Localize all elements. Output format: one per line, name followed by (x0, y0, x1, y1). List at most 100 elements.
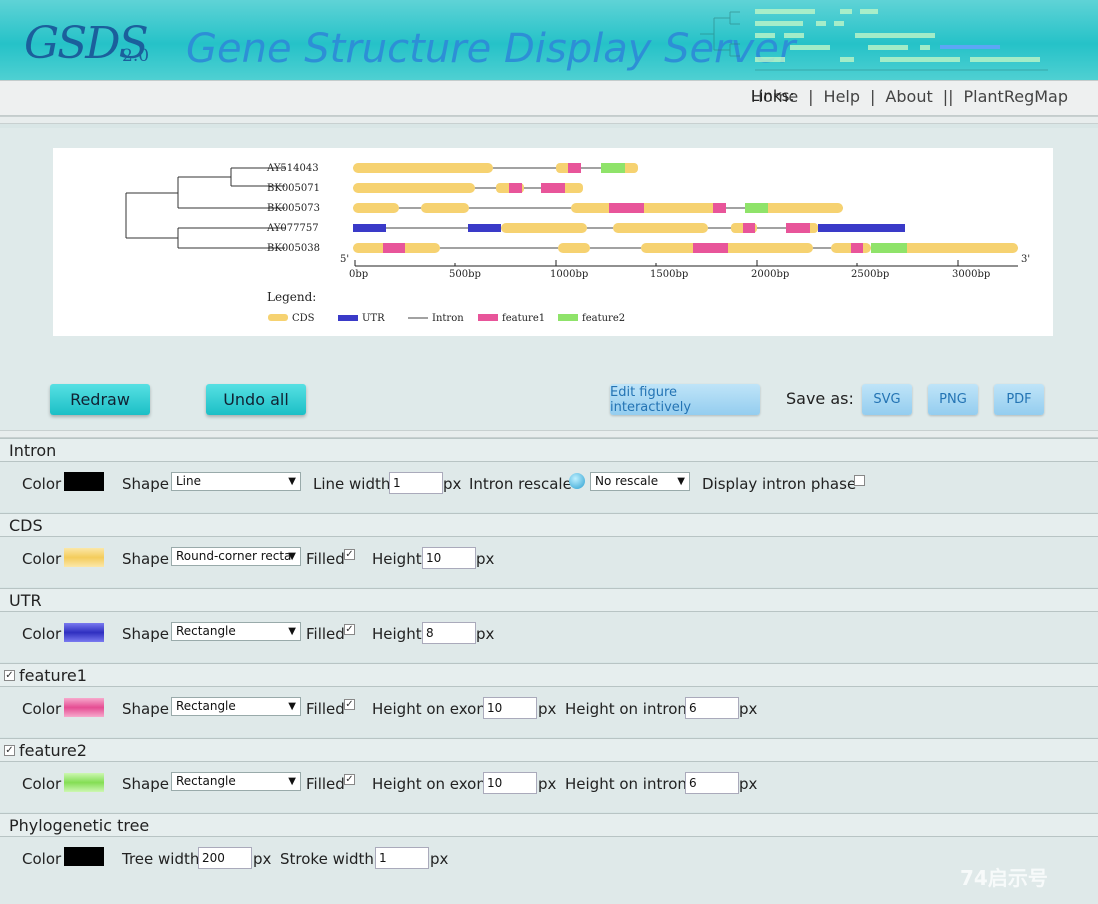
display-intron-phase-checkbox[interactable] (854, 475, 865, 486)
stroke-width-input[interactable]: 1 (375, 847, 429, 869)
intron-line-width-input[interactable]: 1 (389, 472, 443, 494)
legend-feature1: feature1 (502, 313, 545, 324)
tick-label: 500bp (449, 269, 481, 280)
save-svg-button[interactable]: SVG (862, 384, 912, 415)
gene-track-AY514043 (353, 163, 638, 173)
redraw-button[interactable]: Redraw (50, 384, 150, 415)
px-label: px (430, 850, 449, 868)
shape-label: Shape (122, 475, 169, 493)
legend-cds: CDS (292, 313, 315, 324)
utr-shape-select[interactable]: Rectangle ▼ (171, 622, 301, 641)
px-label: px (253, 850, 272, 868)
px-label: px (739, 700, 758, 718)
select-value: Rectangle (176, 774, 236, 788)
tree-width-label: Tree width (122, 850, 200, 868)
filled-label: Filled (306, 775, 345, 793)
tick-label: 1500bp (650, 269, 688, 280)
gene-label: AY077757 (266, 223, 319, 234)
section-title: feature2 (19, 740, 87, 760)
filled-label: Filled (306, 550, 345, 568)
select-value: No rescale (595, 474, 659, 488)
nav-separator: | (808, 87, 814, 106)
nav-about-link[interactable]: About (885, 87, 932, 106)
filled-label: Filled (306, 625, 345, 643)
cds-height-input[interactable]: 10 (422, 547, 476, 569)
dropdown-arrow-icon: ▼ (288, 551, 296, 562)
height-label: Height (372, 550, 422, 568)
utr-height-input[interactable]: 8 (422, 622, 476, 644)
nav-plantregmap-link[interactable]: PlantRegMap (964, 87, 1068, 106)
feature2-filled-checkbox[interactable]: ✓ (344, 774, 355, 785)
feature1-shape-select[interactable]: Rectangle ▼ (171, 697, 301, 716)
px-label: px (538, 700, 557, 718)
save-as-label: Save as: (786, 389, 854, 408)
color-label: Color (22, 475, 62, 493)
section-header-intron: Intron (0, 438, 1098, 462)
line-width-label: Line width (313, 475, 391, 493)
gene-track-AY077757 (353, 223, 905, 233)
shape-label: Shape (122, 550, 169, 568)
nav-help-link[interactable]: Help (824, 87, 860, 106)
feature2-height-exon-input[interactable]: 10 (483, 772, 537, 794)
color-label: Color (22, 850, 62, 868)
intron-color-swatch[interactable] (64, 472, 104, 491)
shape-label: Shape (122, 775, 169, 793)
feature1-filled-checkbox[interactable]: ✓ (344, 699, 355, 710)
section-title: Phylogenetic tree (9, 815, 150, 835)
tick-label: 3000bp (952, 269, 990, 280)
cds-shape-select[interactable]: Round-corner recta ▼ (171, 547, 301, 566)
height-on-exon-label: Height on exon (372, 775, 486, 793)
color-label: Color (22, 775, 62, 793)
feature1-height-intron-input[interactable]: 6 (685, 697, 739, 719)
edit-interactive-button[interactable]: Edit figure interactively (610, 384, 760, 415)
save-png-button[interactable]: PNG (928, 384, 978, 415)
section-title: UTR (9, 590, 42, 610)
save-pdf-button[interactable]: PDF (994, 384, 1044, 415)
tick-label: 2000bp (751, 269, 789, 280)
gene-label: BK005071 (267, 183, 320, 194)
header-decoration-graphic (700, 9, 1048, 71)
feature1-color-swatch[interactable] (64, 698, 104, 717)
info-icon[interactable] (569, 473, 585, 489)
select-value: Line (176, 474, 202, 488)
tree-width-input[interactable]: 200 (198, 847, 252, 869)
gene-label: BK005038 (267, 243, 320, 254)
intron-shape-select[interactable]: Line ▼ (171, 472, 301, 491)
watermark: 74启示号 (960, 866, 1048, 890)
select-value: Round-corner recta (176, 549, 292, 563)
section-header-tree: Phylogenetic tree (0, 813, 1098, 837)
section-header-feature2: ✓ feature2 (0, 738, 1098, 762)
divider-band (0, 430, 1098, 438)
nav-separator: | (870, 87, 876, 106)
filled-label: Filled (306, 700, 345, 718)
dropdown-arrow-icon: ▼ (288, 701, 296, 712)
cds-color-swatch[interactable] (64, 548, 104, 567)
feature1-height-exon-input[interactable]: 10 (483, 697, 537, 719)
select-value: Rectangle (176, 699, 236, 713)
px-label: px (476, 550, 495, 568)
gene-label: AY514043 (266, 163, 319, 174)
feature2-shape-select[interactable]: Rectangle ▼ (171, 772, 301, 791)
five-prime-label: 5' (340, 254, 349, 265)
height-label: Height (372, 625, 422, 643)
tree-color-swatch[interactable] (64, 847, 104, 866)
utr-color-swatch[interactable] (64, 623, 104, 642)
feature2-height-intron-input[interactable]: 6 (685, 772, 739, 794)
tick-label: 2500bp (851, 269, 889, 280)
intron-rescale-label: Intron rescale (469, 475, 572, 493)
intron-rescale-select[interactable]: No rescale ▼ (590, 472, 690, 491)
dropdown-arrow-icon: ▼ (288, 776, 296, 787)
color-label: Color (22, 700, 62, 718)
feature2-enable-checkbox[interactable]: ✓ (4, 744, 15, 756)
feature2-color-swatch[interactable] (64, 773, 104, 792)
cds-filled-checkbox[interactable]: ✓ (344, 549, 355, 560)
height-on-exon-label: Height on exon (372, 700, 486, 718)
feature1-enable-checkbox[interactable]: ✓ (4, 669, 15, 681)
height-on-intron-label: Height on intron (565, 775, 687, 793)
utr-filled-checkbox[interactable]: ✓ (344, 624, 355, 635)
shape-label: Shape (122, 700, 169, 718)
gene-label: BK005073 (267, 203, 320, 214)
section-body-tree (0, 837, 1098, 904)
section-header-utr: UTR (0, 588, 1098, 612)
undo-all-button[interactable]: Undo all (206, 384, 306, 415)
